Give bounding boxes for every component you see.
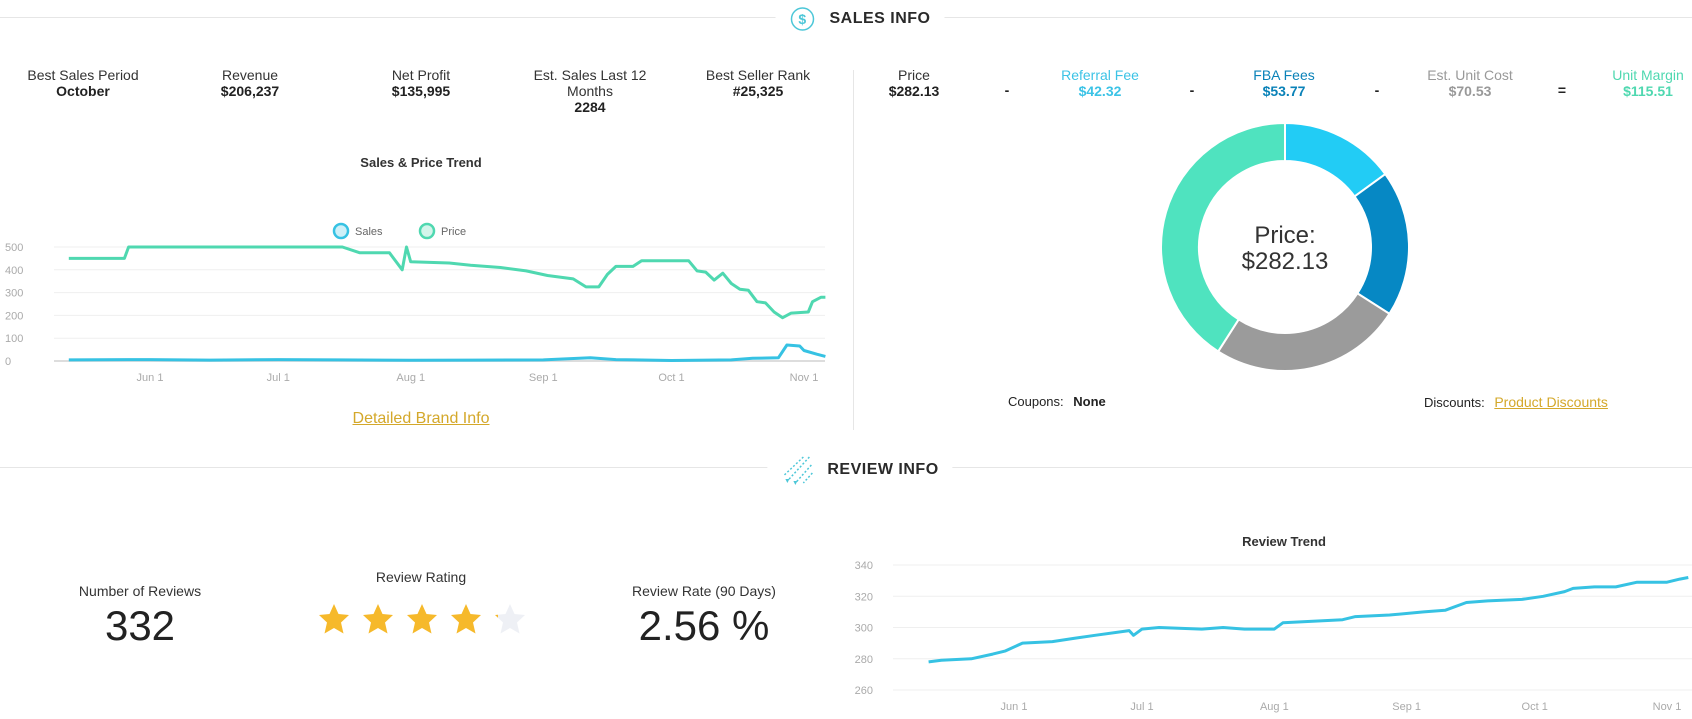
y-tick-label: 260: [855, 685, 873, 697]
x-tick-label: Sep 1: [1392, 701, 1421, 713]
breakdown-value: $282.13: [888, 83, 940, 99]
series-line-sales: [68, 343, 826, 362]
breakdown-label: Price: [898, 67, 930, 83]
x-tick-label: Nov 1: [1653, 701, 1682, 713]
number-of-reviews-label: Number of Reviews: [78, 583, 202, 599]
y-tick-label: 300: [855, 623, 873, 635]
breakdown-label: Unit Margin: [1612, 67, 1684, 83]
y-tick-label: 0: [5, 356, 11, 368]
x-tick-label: Oct 1: [658, 372, 684, 384]
y-tick-label: 100: [5, 333, 23, 345]
star-icon: [407, 604, 437, 634]
coupons-label: Coupons:: [1008, 394, 1064, 409]
legend-label-price: Price: [441, 226, 466, 238]
breakdown-4: Unit Margin $115.51: [1612, 67, 1684, 99]
x-tick-label: Nov 1: [790, 372, 819, 384]
review-rating-stars: [318, 603, 526, 635]
x-tick-label: Jul 1: [1130, 701, 1153, 713]
detailed-brand-info-link[interactable]: Detailed Brand Info: [353, 410, 490, 428]
review-rating-label: Review Rating: [375, 569, 467, 585]
y-tick-label: 500: [5, 242, 23, 254]
y-tick-label: 300: [5, 288, 23, 300]
coupons-value: None: [1073, 394, 1106, 409]
review-info-header: REVIEW INFO: [767, 455, 953, 485]
donut-segment-est-unit-cost: [1216, 291, 1391, 372]
x-tick-label: Jun 1: [1001, 701, 1028, 713]
donut-center-value: $282.13: [1241, 248, 1329, 275]
y-tick-label: 200: [5, 310, 23, 322]
breakdown-1: Referral Fee $42.32: [1061, 67, 1139, 99]
coupons: Coupons: None: [1008, 394, 1106, 409]
donut-segment-fba-fees: [1353, 172, 1410, 316]
x-tick-label: Oct 1: [1522, 701, 1548, 713]
series-line-price: [68, 245, 826, 320]
operator: -: [1189, 82, 1195, 98]
legend-marker-sales: [332, 222, 350, 240]
vertical-divider: [853, 70, 854, 430]
x-tick-label: Aug 1: [396, 372, 425, 384]
review-trend-chart: 260 280 300 320 340 Jun 1 Jul 1 Aug 1 Sep 1 Oct 1…: [855, 560, 1692, 713]
breakdown-3: Est. Unit Cost $70.53: [1427, 67, 1513, 99]
series-line-reviews: [928, 576, 1689, 664]
review-rate-value: 2.56 %: [638, 602, 770, 649]
breakdown-value: $42.32: [1078, 83, 1122, 99]
y-tick-label: 340: [855, 560, 873, 572]
legend-label-sales: Sales: [355, 226, 383, 238]
x-tick-label: Jul 1: [267, 372, 290, 384]
breakdown-label: Referral Fee: [1061, 67, 1139, 83]
operator: -: [1004, 82, 1010, 98]
sales-price-chart: 0 100 200 300 400 500 Jun 1 Jul 1 Aug 1 Sep 1 Oct …: [5, 222, 826, 384]
star-icon: [495, 604, 525, 634]
breakdown-value: $53.77: [1262, 83, 1306, 99]
breakdown-2: FBA Fees $53.77: [1253, 67, 1314, 99]
y-tick-label: 320: [855, 591, 873, 603]
star-icon: [363, 604, 393, 634]
breakdown-0: Price $282.13: [889, 67, 940, 99]
star-icon: [319, 604, 349, 634]
breakdown-value: $115.51: [1623, 83, 1673, 99]
review-rate-label: Review Rate (90 Days): [632, 583, 776, 599]
review-info-title: REVIEW INFO: [827, 461, 939, 478]
breakdown-label: Est. Unit Cost: [1427, 67, 1513, 83]
operator: -: [1374, 82, 1380, 98]
star-icon: [451, 604, 481, 634]
y-tick-label: 400: [5, 265, 23, 277]
breakdown-label: FBA Fees: [1253, 67, 1315, 83]
operator: =: [1557, 82, 1567, 98]
discounts: Discounts: Product Discounts: [1424, 394, 1608, 410]
y-tick-label: 280: [855, 654, 873, 666]
discounts-label: Discounts:: [1424, 395, 1485, 410]
number-of-reviews-value: 332: [104, 602, 176, 649]
shooting-stars-icon: [783, 456, 813, 485]
breakdown-value: $70.53: [1448, 83, 1492, 99]
x-tick-label: Sep 1: [529, 372, 558, 384]
product-discounts-link[interactable]: Product Discounts: [1494, 394, 1608, 410]
donut-center-label: Price:: [1254, 222, 1316, 249]
x-tick-label: Jun 1: [137, 372, 164, 384]
legend-marker-price: [418, 222, 436, 240]
x-tick-label: Aug 1: [1260, 701, 1289, 713]
